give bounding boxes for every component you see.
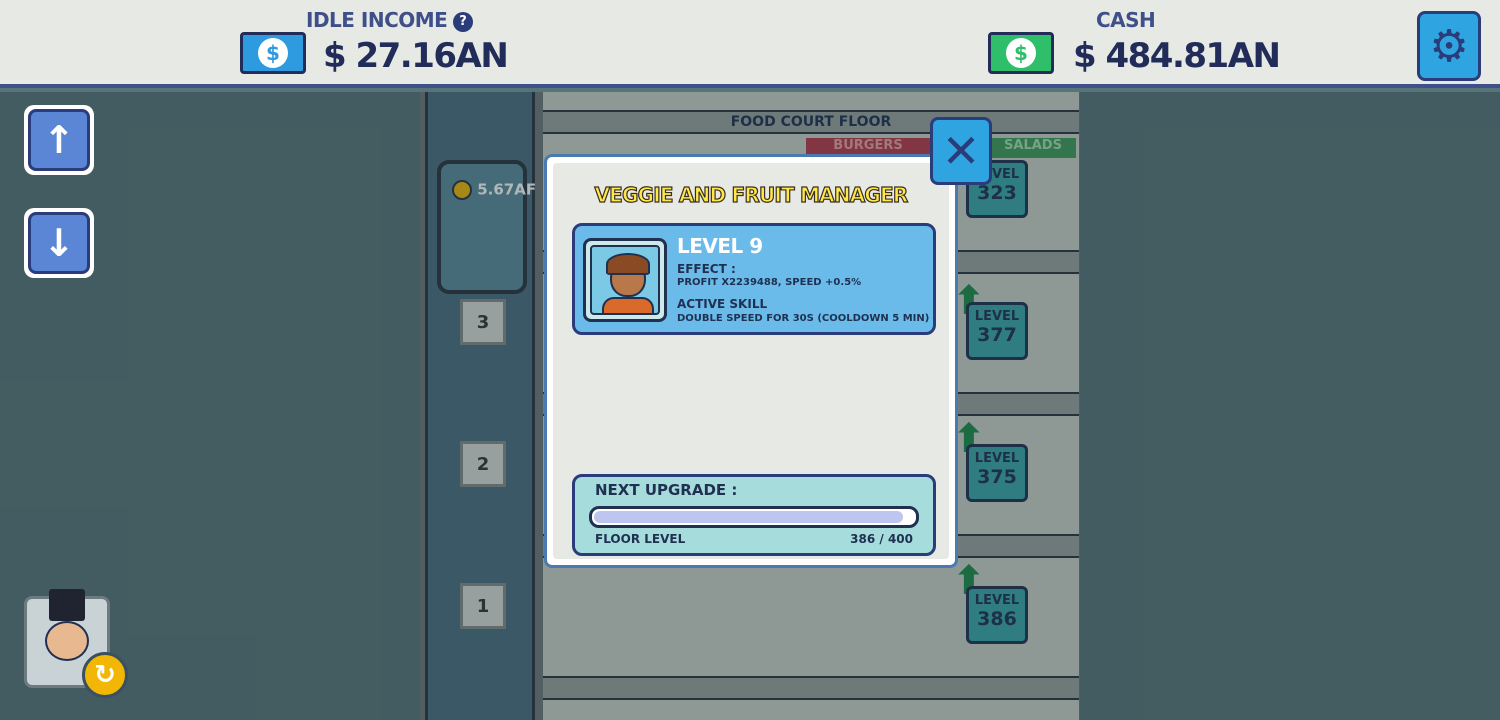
idle-income-label: IDLE INCOME [306,8,448,32]
effect-label: EFFECT : [677,262,736,276]
idle-income-bill-icon: $ [240,32,306,74]
top-bar: $ IDLE INCOME ? $ 27.16AN $ CASH $ 484.8… [0,0,1500,88]
top-hat-icon [49,589,85,621]
idle-income-value: $ 27.16AN [323,36,509,76]
close-icon: ✕ [941,124,981,178]
settings-button[interactable]: ⚙ [1417,11,1481,81]
gear-icon: ⚙ [1429,20,1469,72]
scroll-up-button[interactable]: ↑ [24,105,94,175]
refresh-icon: ↻ [94,660,116,690]
scroll-down-button[interactable]: ↓ [24,208,94,278]
arrow-down-icon: ↓ [28,212,90,274]
modal-title: VEGGIE AND FRUIT MANAGER [594,182,909,207]
manager-portrait [583,238,667,322]
manager-card: LEVEL 9 EFFECT : PROFIT X2239488, SPEED … [572,223,936,335]
skill-value: DOUBLE SPEED FOR 30S (COOLDOWN 5 MIN) [677,313,930,324]
arrow-up-icon: ↑ [28,109,90,171]
close-button[interactable]: ✕ [930,117,992,185]
next-upgrade-label: NEXT UPGRADE : [595,481,738,499]
help-icon[interactable]: ? [453,12,473,32]
cash-label: CASH [1096,8,1156,32]
upgrade-progress-bar [589,506,919,528]
skill-label: ACTIVE SKILL [677,297,768,311]
manager-modal: VEGGIE AND FRUIT MANAGER LEVEL 9 EFFECT … [544,154,958,568]
floor-level-label: FLOOR LEVEL [595,532,686,546]
floor-level-value: 386 / 400 [850,532,913,546]
cash-value: $ 484.81AN [1073,36,1281,76]
boost-button[interactable]: ↻ [82,652,128,698]
effect-value: PROFIT X2239488, SPEED +0.5% [677,277,862,288]
cash-bill-icon: $ [988,32,1054,74]
next-upgrade-panel: NEXT UPGRADE : FLOOR LEVEL 386 / 400 [572,474,936,556]
boss-face [45,621,89,661]
manager-level: LEVEL 9 [677,234,763,258]
progress-fill [594,511,903,523]
